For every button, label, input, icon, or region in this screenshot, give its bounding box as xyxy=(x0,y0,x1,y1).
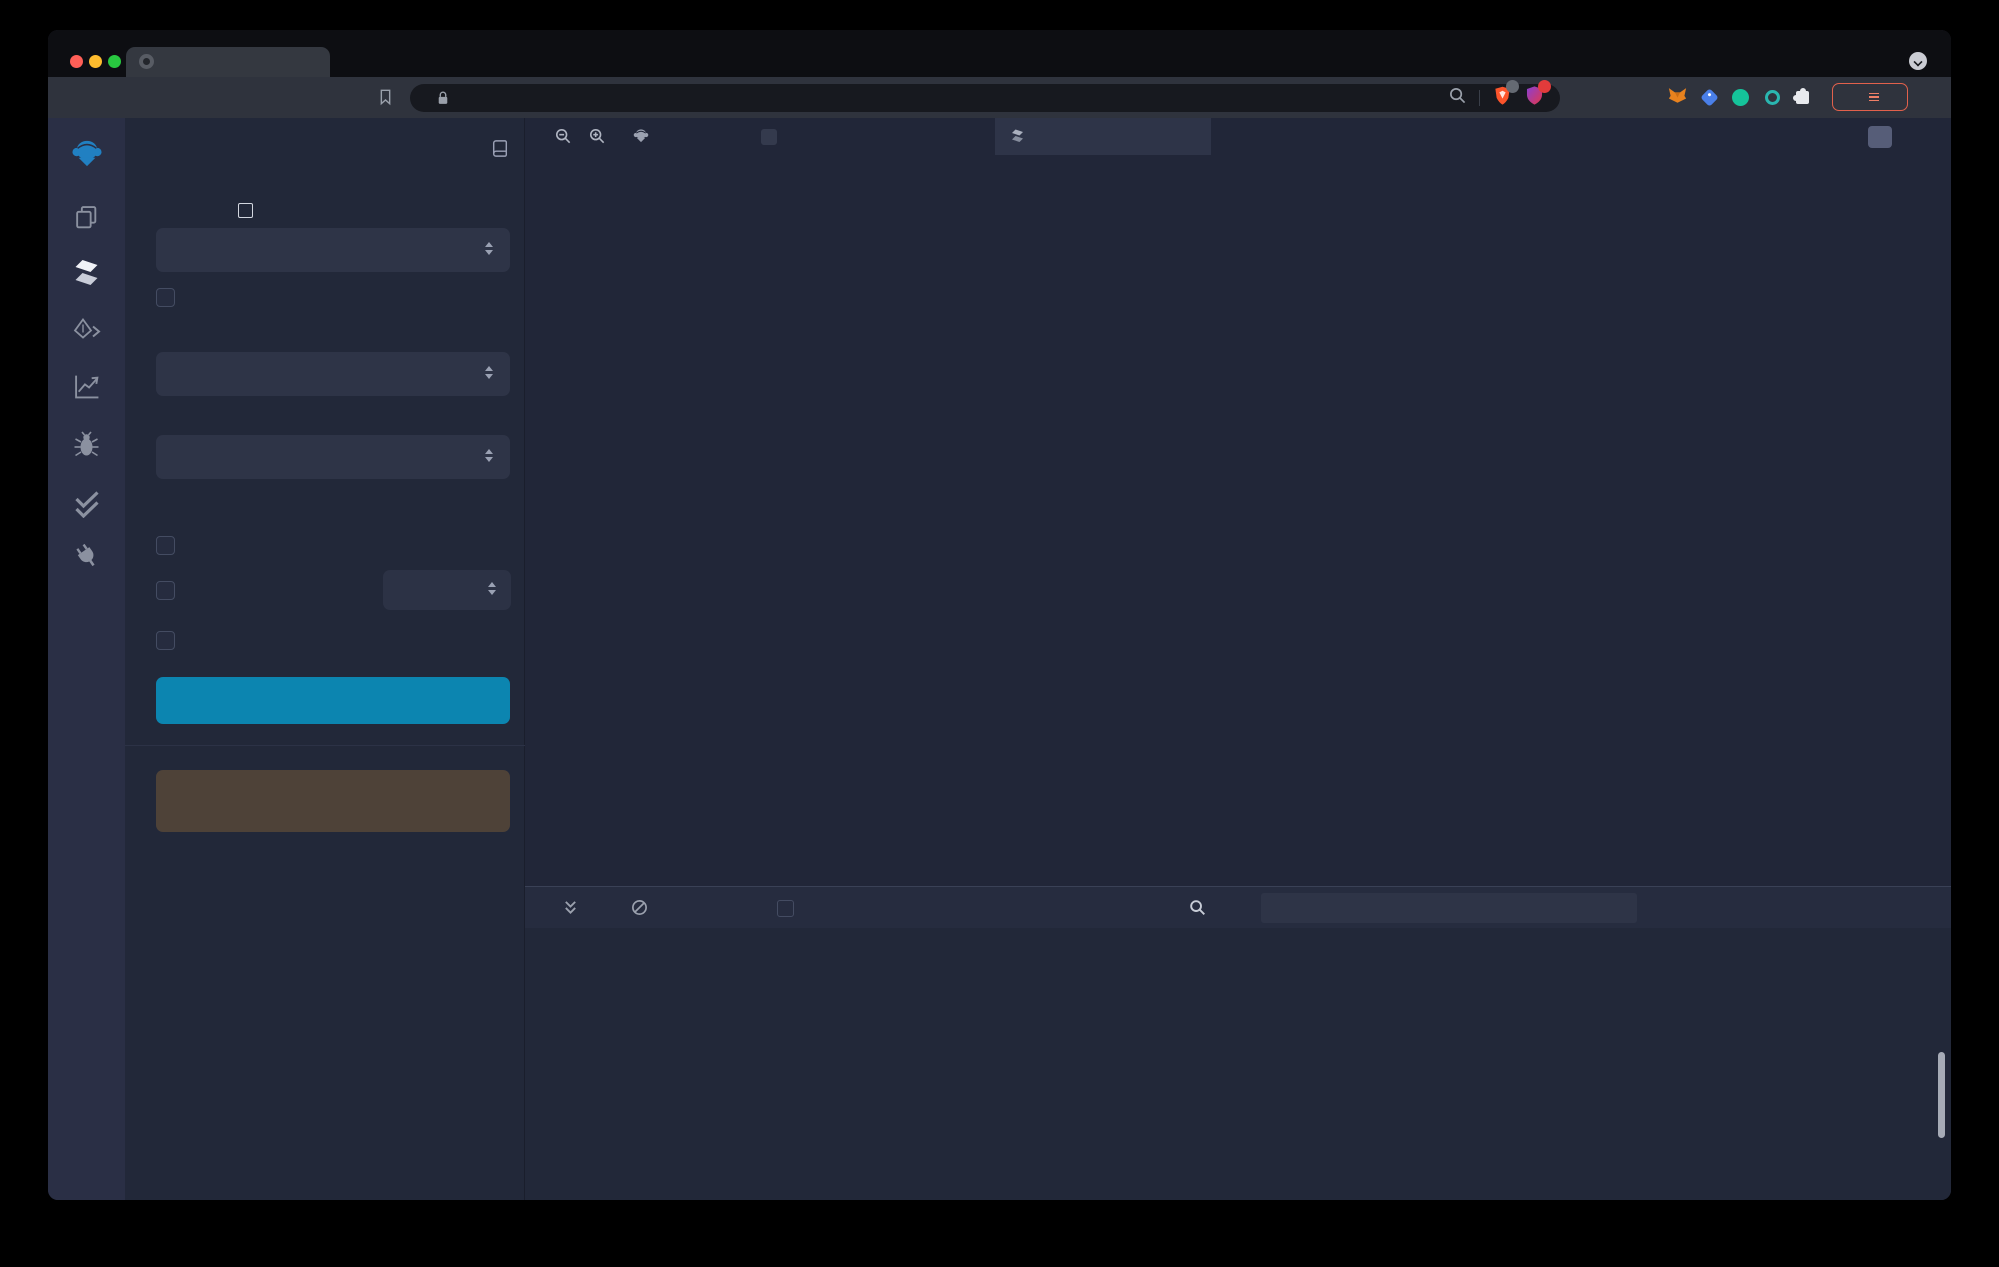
solidity-file-icon xyxy=(1011,128,1024,149)
tabs-count-dropdown[interactable] xyxy=(1868,126,1892,148)
file-explorer-icon[interactable] xyxy=(48,204,125,231)
deploy-run-icon[interactable] xyxy=(48,318,125,345)
auto-compile-checkbox[interactable] xyxy=(156,536,175,555)
adguard-badge xyxy=(1538,80,1551,93)
main-area xyxy=(525,118,1951,1200)
stepper-caret-icon xyxy=(488,582,497,595)
evm-version-select[interactable] xyxy=(156,435,510,479)
extensions-puzzle-icon[interactable] xyxy=(1796,91,1809,104)
no-contract-warning xyxy=(156,770,510,832)
plugin-manager-icon[interactable] xyxy=(48,543,125,569)
lock-icon xyxy=(436,90,450,111)
menu-icon xyxy=(1869,91,1879,104)
zoom-out-icon[interactable] xyxy=(555,128,571,149)
terminal-header xyxy=(525,886,1951,928)
update-button[interactable] xyxy=(1832,83,1908,111)
desktop xyxy=(0,0,1999,1267)
hide-warnings-checkbox[interactable] xyxy=(156,631,175,650)
solidity-compiler-icon[interactable] xyxy=(48,259,125,287)
shield-badge xyxy=(1506,80,1519,93)
documentation-book-icon[interactable] xyxy=(491,139,509,163)
tag-extension-icon[interactable] xyxy=(1700,88,1718,106)
grammarly-icon[interactable] xyxy=(1732,89,1749,106)
transaction-search-input[interactable] xyxy=(1261,893,1637,923)
enable-optimization-row xyxy=(156,581,187,600)
divider xyxy=(1479,90,1480,106)
hide-warnings-row xyxy=(156,631,187,650)
optimization-runs-stepper[interactable] xyxy=(383,570,511,610)
address-bar[interactable] xyxy=(410,84,1560,112)
icon-rail xyxy=(48,118,125,1200)
bookmark-icon[interactable] xyxy=(378,88,393,111)
zoom-page-icon[interactable] xyxy=(1449,87,1466,109)
divider xyxy=(125,745,525,746)
js-file-icon xyxy=(761,129,777,145)
language-select[interactable] xyxy=(156,352,510,396)
debugger-bug-icon[interactable] xyxy=(48,431,125,459)
nightly-builds-checkbox[interactable] xyxy=(156,288,175,307)
compile-button[interactable] xyxy=(156,677,510,724)
minimize-window-button[interactable] xyxy=(89,55,102,68)
expand-terminal-icon[interactable] xyxy=(563,899,578,921)
select-caret-icon xyxy=(485,242,494,255)
browser-window xyxy=(48,30,1951,1200)
terminal-scrollbar[interactable] xyxy=(1938,1052,1945,1138)
maximize-window-button[interactable] xyxy=(108,55,121,68)
extensions-area xyxy=(1668,77,1809,118)
static-analysis-icon[interactable] xyxy=(48,490,125,518)
nightly-builds-row xyxy=(156,288,187,307)
remix-app xyxy=(48,118,1951,1200)
code-editor[interactable] xyxy=(525,155,1951,886)
analytics-icon[interactable] xyxy=(48,373,125,400)
listen-network-checkbox[interactable] xyxy=(777,900,794,917)
zoom-in-icon[interactable] xyxy=(589,128,605,149)
clear-console-icon[interactable] xyxy=(631,899,648,921)
adguard-icon[interactable] xyxy=(1525,85,1544,111)
new-tab-button[interactable] xyxy=(342,44,366,68)
browser-tab[interactable] xyxy=(126,47,330,77)
close-window-button[interactable] xyxy=(70,55,83,68)
brave-shield-icon[interactable] xyxy=(1493,85,1512,111)
browser-tab-bar xyxy=(48,30,1951,77)
terminal-body[interactable] xyxy=(525,928,1951,1200)
search-icon xyxy=(1189,899,1206,921)
select-caret-icon xyxy=(485,449,494,462)
home-tab-icon xyxy=(633,128,649,148)
enable-optimization-checkbox[interactable] xyxy=(156,581,175,600)
compiler-panel xyxy=(125,118,525,1200)
tab-storage-sol[interactable] xyxy=(995,118,1211,155)
tab-search-icon[interactable] xyxy=(1909,52,1927,70)
teal-extension-icon[interactable] xyxy=(1765,90,1780,105)
remix-logo-icon[interactable] xyxy=(48,138,125,168)
metamask-icon[interactable] xyxy=(1668,86,1687,109)
add-compiler-icon[interactable] xyxy=(238,203,253,218)
select-caret-icon xyxy=(485,366,494,379)
address-bar-icons xyxy=(1449,84,1544,112)
remix-favicon-icon xyxy=(139,54,154,69)
compiler-version-select[interactable] xyxy=(156,228,510,272)
editor-tab-bar xyxy=(525,118,1951,155)
browser-toolbar xyxy=(48,77,1951,118)
auto-compile-row xyxy=(156,536,187,555)
